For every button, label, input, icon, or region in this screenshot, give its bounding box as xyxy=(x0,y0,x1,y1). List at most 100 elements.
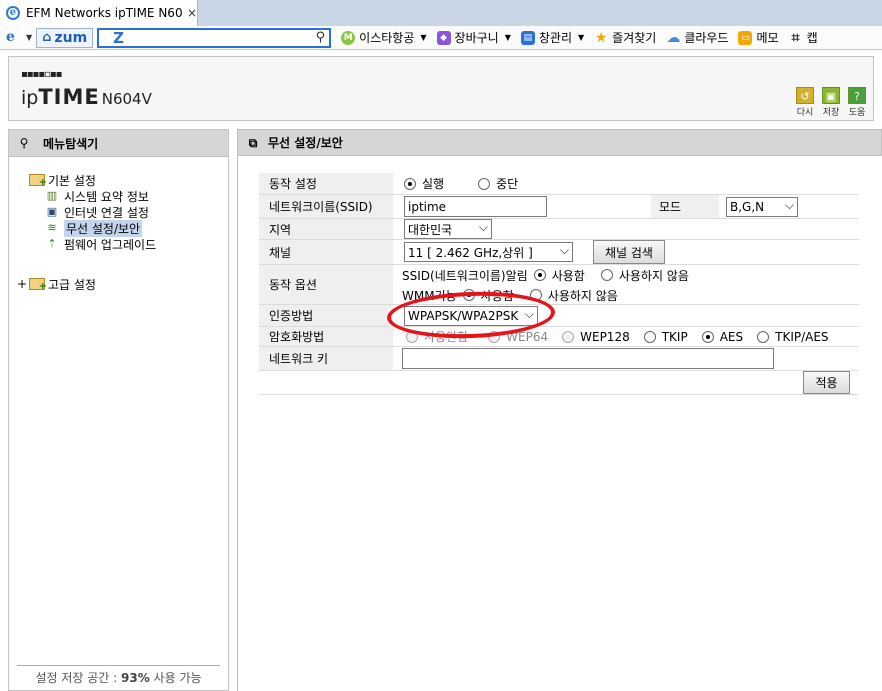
browser-tab[interactable]: e EFM Networks ipTIME N60... × xyxy=(0,0,198,26)
bookmark-label: 장바구니 xyxy=(454,31,499,45)
save-button[interactable]: ▣ 저장 xyxy=(821,87,841,118)
sidebar-item-wireless-security[interactable]: ≋ 무선 설정/보안 xyxy=(45,219,143,237)
region-select[interactable]: 대한민국 ⌵ xyxy=(404,219,492,239)
mode-select[interactable]: B,G,N ⌵ xyxy=(726,197,798,217)
eastar-icon: M xyxy=(341,30,356,45)
chevron-down-icon[interactable]: ▼ xyxy=(420,33,426,42)
tree-label: 시스템 요약 정보 xyxy=(64,189,149,204)
radio-enc-tkip-aes-label: TKIP/AES xyxy=(775,329,829,344)
mode-cell: B,G,N ⌵ xyxy=(726,197,798,217)
content-header: ⧉ 무선 설정/보안 xyxy=(237,129,882,156)
bookmark-capture[interactable]: ⌗ 캡 xyxy=(789,29,818,46)
radio-ssid-not-use[interactable] xyxy=(600,269,613,281)
region-cell: 대한민국 ⌵ xyxy=(404,219,492,239)
help-button[interactable]: ? 도움 xyxy=(847,87,867,118)
cart-icon: ◆ xyxy=(436,30,451,45)
ie-icon: e xyxy=(6,6,20,20)
row-auth: 인증방법 WPAPSK/WPA2PSK ⌵ xyxy=(259,305,859,327)
radio-enc-aes[interactable] xyxy=(701,330,714,343)
save-label: 저장 xyxy=(822,108,840,118)
radio-wmm-not-use[interactable] xyxy=(529,289,542,301)
crop-icon: ⌗ xyxy=(791,29,800,46)
radio-wmm-not-use-label: 사용하지 않음 xyxy=(547,288,618,303)
bookmark-cart[interactable]: ◆ 장바구니 ▼ xyxy=(436,29,511,46)
ie-menu-icon[interactable]: e xyxy=(6,29,26,47)
sidebar-item-firmware-upgrade[interactable]: ⇡ 펌웨어 업그레이드 xyxy=(45,236,156,252)
storage-prefix: 설정 저장 공간 : xyxy=(35,671,121,685)
auth-select[interactable]: WPAPSK/WPA2PSK ⌵ xyxy=(404,305,538,326)
wmm-line: WMM기능 사용함 사용하지 않음 xyxy=(402,287,618,303)
radio-enc-tkip[interactable] xyxy=(643,330,656,343)
ssid-broadcast-line: SSID(네트워크이름)알림 사용함 사용하지 않음 xyxy=(402,267,689,283)
tree-basic-settings[interactable]: + 기본 설정 xyxy=(29,172,96,188)
field-label: 동작 옵션 xyxy=(259,265,393,304)
bookmark-eastar[interactable]: M 이스타항공 ▼ xyxy=(341,29,427,46)
tab-close-button[interactable]: × xyxy=(187,6,197,20)
field-label: 네트워크 키 xyxy=(259,347,393,370)
row-channel: 채널 11 [ 2.462 GHz,상위 ] ⌵ 채널 검색 xyxy=(259,240,859,265)
search-input[interactable] xyxy=(132,31,283,44)
mode-label: 모드 xyxy=(651,195,719,218)
bookmark-label: 메모 xyxy=(756,31,779,45)
search-box[interactable]: Z ⚲ xyxy=(97,27,332,48)
row-apply: 적용 xyxy=(259,371,859,395)
region-select-value: 대한민국 xyxy=(408,222,453,237)
chevron-down-icon: ⌵ xyxy=(784,198,794,212)
bookmark-window-manager[interactable]: ▤ 창관리 ▼ xyxy=(520,29,584,46)
chevron-down-icon[interactable]: ▼ xyxy=(26,33,32,42)
expand-icon[interactable]: + xyxy=(17,277,27,291)
tree-label: 인터넷 연결 설정 xyxy=(64,205,149,220)
wireless-icon: ≋ xyxy=(47,221,57,234)
radio-enc-none[interactable] xyxy=(406,330,418,343)
bar-chart-icon: ▥ xyxy=(46,189,58,202)
radio-run[interactable] xyxy=(404,177,416,190)
memo-icon: ▭ xyxy=(738,30,753,45)
channel-select[interactable]: 11 [ 2.462 GHz,상위 ] ⌵ xyxy=(404,242,573,262)
router-header: ▪▪▪▪▫▪▪ ipTIME N604V ↺ 다시 ▣ 저장 ? 도움 xyxy=(8,56,874,121)
bookmark-label: 즐겨찾기 xyxy=(612,31,657,45)
bookmark-favorites[interactable]: ★ 즐겨찾기 xyxy=(594,29,656,46)
channel-search-button[interactable]: 채널 검색 xyxy=(593,240,665,264)
ssid-input[interactable]: iptime xyxy=(404,196,547,217)
brand-dots-icon: ▪▪▪▪▫▪▪ xyxy=(21,69,62,80)
sidebar-item-system-summary[interactable]: ▥ 시스템 요약 정보 xyxy=(45,188,149,204)
tree-label: 기본 설정 xyxy=(48,173,96,188)
radio-enc-wep128[interactable] xyxy=(562,330,575,343)
menu-explorer-title: 메뉴탐색기 xyxy=(43,136,99,151)
upgrade-icon: ⇡ xyxy=(47,237,57,250)
ssid-value-cell: iptime xyxy=(404,195,547,218)
home-icon: ⌂ xyxy=(42,30,52,45)
radio-stop[interactable] xyxy=(478,177,491,190)
search-icon[interactable]: ⚲ xyxy=(316,30,326,45)
field-label: 동작 설정 xyxy=(259,173,393,194)
tree-advanced-settings[interactable]: + + 고급 설정 xyxy=(17,276,96,292)
bookmark-cloud[interactable]: ☁ 클라우드 xyxy=(666,29,728,46)
chevron-down-icon: ⌵ xyxy=(559,243,569,257)
chevron-down-icon[interactable]: ▼ xyxy=(505,33,511,42)
radio-enc-tkip-aes[interactable] xyxy=(757,330,770,343)
row-ssid: 네트워크이름(SSID) iptime 모드 B,G,N ⌵ xyxy=(259,195,859,219)
bookmark-memo[interactable]: ▭ 메모 xyxy=(738,29,779,46)
chevron-down-icon: ⌵ xyxy=(478,220,488,234)
channel-select-value: 11 [ 2.462 GHz,상위 ] xyxy=(408,245,533,260)
apply-button[interactable]: 적용 xyxy=(803,371,850,394)
zum-label: zum xyxy=(54,29,88,46)
refresh-button[interactable]: ↺ 다시 xyxy=(795,87,815,118)
radio-enc-wep64[interactable] xyxy=(488,330,501,343)
sidebar-item-internet-setup[interactable]: ▣ 인터넷 연결 설정 xyxy=(45,204,149,220)
radio-ssid-use[interactable] xyxy=(533,269,546,281)
bookmark-label: 캡 xyxy=(806,31,818,45)
row-region: 지역 대한민국 ⌵ xyxy=(259,219,859,240)
chevron-down-icon[interactable]: ▼ xyxy=(578,33,584,42)
row-options: 동작 옵션 SSID(네트워크이름)알림 사용함 사용하지 않음 WMM기능 사… xyxy=(259,265,859,305)
network-key-input[interactable] xyxy=(402,348,774,369)
zum-home-button[interactable]: ⌂ zum xyxy=(36,27,94,48)
monitor-icon: ▣ xyxy=(46,205,58,218)
channel-cell: 11 [ 2.462 GHz,상위 ] ⌵ 채널 검색 xyxy=(404,240,665,264)
tree-label: 무선 설정/보안 xyxy=(64,219,143,237)
field-label: 채널 xyxy=(259,240,393,264)
ssid-broadcast-label: SSID(네트워크이름)알림 xyxy=(402,268,528,283)
encryption-options: 사용안함 WEP64 WEP128 TKIP AES TKIP/AES xyxy=(406,327,829,346)
save-icon: ▣ xyxy=(822,87,840,104)
radio-wmm-use[interactable] xyxy=(462,289,475,301)
